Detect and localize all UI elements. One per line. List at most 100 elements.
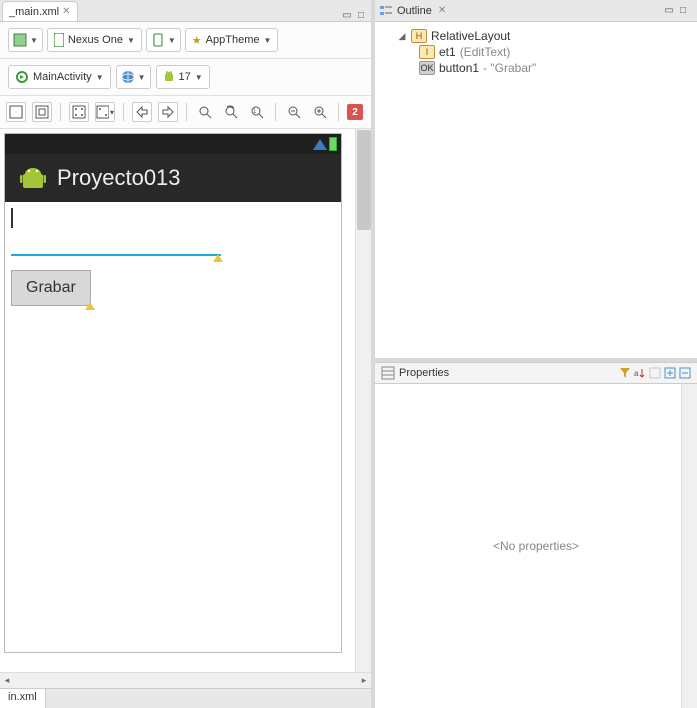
expand-button[interactable] bbox=[132, 102, 152, 122]
edittext-input[interactable] bbox=[11, 228, 221, 256]
svg-text:1: 1 bbox=[253, 109, 257, 115]
properties-header: Properties a bbox=[375, 362, 697, 384]
vertical-scrollbar[interactable] bbox=[681, 384, 697, 708]
chevron-down-icon: ▼ bbox=[138, 73, 146, 82]
device-selector[interactable]: Nexus One ▼ bbox=[47, 28, 142, 52]
android-button[interactable]: Grabar bbox=[11, 270, 91, 306]
warning-icon bbox=[213, 254, 223, 262]
vertical-scrollbar[interactable] bbox=[355, 129, 371, 672]
lint-errors-badge[interactable]: 2 bbox=[347, 104, 363, 120]
device-frame: Proyecto013 Grabar bbox=[4, 133, 342, 653]
separator bbox=[60, 103, 61, 121]
collapse-button[interactable] bbox=[158, 102, 178, 122]
minimize-icon[interactable]: ▭ bbox=[663, 5, 675, 17]
api-label: 17 bbox=[179, 71, 191, 83]
palette-button[interactable]: ▼ bbox=[8, 28, 43, 52]
tree-node-button1[interactable]: OK button1 - "Grabar" bbox=[379, 60, 693, 76]
separator bbox=[338, 103, 339, 121]
advanced-icon[interactable] bbox=[649, 367, 661, 379]
editor-panel: _main.xml ✕ ▭ □ ▼ Nexus One ▼ ▼ bbox=[0, 0, 375, 708]
zoom-100-button[interactable]: 1 bbox=[247, 102, 267, 122]
star-icon: ★ bbox=[192, 34, 202, 47]
close-icon[interactable]: ✕ bbox=[438, 5, 446, 16]
outline-tree[interactable]: ◢ H RelativeLayout I et1 (EditText) OK b… bbox=[375, 22, 697, 362]
layout-body[interactable]: Grabar bbox=[5, 202, 341, 652]
svg-text:a: a bbox=[634, 369, 639, 378]
node-id: et1 bbox=[439, 45, 456, 59]
separator bbox=[123, 103, 124, 121]
orientation-button[interactable]: ▼ bbox=[146, 28, 181, 52]
bottom-tab[interactable]: in.xml bbox=[0, 689, 46, 708]
node-label: RelativeLayout bbox=[431, 29, 510, 43]
zoom-fit-button[interactable] bbox=[195, 102, 215, 122]
app-action-bar: Proyecto013 bbox=[5, 154, 341, 202]
theme-selector[interactable]: ★ AppTheme ▼ bbox=[185, 28, 279, 52]
api-selector[interactable]: 17 ▼ bbox=[156, 65, 210, 89]
close-icon[interactable]: ✕ bbox=[62, 6, 70, 17]
separator bbox=[186, 103, 187, 121]
device-label: Nexus One bbox=[68, 34, 123, 46]
tree-node-root[interactable]: ◢ H RelativeLayout bbox=[379, 28, 693, 44]
battery-icon bbox=[329, 137, 337, 151]
chevron-down-icon: ▼ bbox=[96, 73, 104, 82]
no-properties-label: <No properties> bbox=[493, 539, 579, 553]
status-bar bbox=[5, 134, 341, 154]
layout-button[interactable] bbox=[69, 102, 89, 122]
chevron-down-icon: ▼ bbox=[30, 36, 38, 45]
app-title: Proyecto013 bbox=[57, 165, 181, 191]
zoom-reset-button[interactable] bbox=[221, 102, 241, 122]
chevron-down-icon: ▼ bbox=[195, 73, 203, 82]
zoom-in-button[interactable] bbox=[310, 102, 330, 122]
scroll-right-icon[interactable]: ▸ bbox=[357, 674, 371, 688]
maximize-icon[interactable]: □ bbox=[677, 5, 689, 17]
layout-icon: H bbox=[411, 29, 427, 43]
activity-label: MainActivity bbox=[33, 71, 92, 83]
button-button1[interactable]: Grabar bbox=[11, 270, 91, 306]
design-toolbar-3: ▾ 1 2 bbox=[0, 96, 371, 129]
chevron-down-icon: ▾ bbox=[110, 108, 114, 117]
editor-tab-bar: _main.xml ✕ ▭ □ bbox=[0, 0, 371, 22]
node-text: - "Grabar" bbox=[483, 61, 536, 75]
filter-icon[interactable] bbox=[619, 367, 631, 379]
text-cursor bbox=[11, 208, 13, 228]
properties-body: <No properties> bbox=[375, 384, 697, 708]
locale-button[interactable]: ▼ bbox=[116, 65, 151, 89]
layout-menu-button[interactable]: ▾ bbox=[95, 102, 115, 122]
scroll-left-icon[interactable]: ◂ bbox=[0, 674, 14, 688]
separator bbox=[275, 103, 276, 121]
activity-selector[interactable]: MainActivity ▼ bbox=[8, 65, 111, 89]
node-id: button1 bbox=[439, 61, 479, 75]
edittext-icon: I bbox=[419, 45, 435, 59]
maximize-icon[interactable]: □ bbox=[355, 9, 367, 21]
signal-icon bbox=[313, 139, 327, 150]
chevron-down-icon: ▼ bbox=[263, 36, 271, 45]
app-launcher-icon bbox=[19, 164, 47, 192]
clip-button[interactable] bbox=[32, 102, 52, 122]
theme-label: AppTheme bbox=[206, 34, 260, 46]
chevron-down-icon: ▼ bbox=[127, 36, 135, 45]
expand-icon[interactable] bbox=[664, 367, 676, 379]
chevron-down-icon: ▼ bbox=[168, 36, 176, 45]
design-toolbar-2: MainActivity ▼ ▼ 17 ▼ bbox=[0, 59, 371, 96]
outline-icon bbox=[379, 4, 393, 18]
scrollbar-thumb[interactable] bbox=[357, 130, 371, 230]
horizontal-scrollbar[interactable]: ◂ ▸ bbox=[0, 672, 371, 688]
outline-title: Outline bbox=[397, 5, 432, 17]
edittext-et1[interactable] bbox=[11, 208, 221, 256]
editor-tab[interactable]: _main.xml ✕ bbox=[2, 1, 78, 21]
properties-title: Properties bbox=[399, 367, 449, 379]
button-icon: OK bbox=[419, 61, 435, 75]
tree-node-et1[interactable]: I et1 (EditText) bbox=[379, 44, 693, 60]
node-class: (EditText) bbox=[460, 45, 511, 59]
minimize-icon[interactable]: ▭ bbox=[341, 9, 353, 21]
expander-icon[interactable]: ◢ bbox=[397, 31, 407, 42]
android-icon bbox=[163, 70, 175, 84]
layout-preview[interactable]: Proyecto013 Grabar bbox=[0, 129, 371, 672]
zoom-out-button[interactable] bbox=[284, 102, 304, 122]
sort-icon[interactable]: a bbox=[634, 367, 646, 379]
viewport-button[interactable] bbox=[6, 102, 26, 122]
editor-bottom-tabs: in.xml bbox=[0, 688, 371, 708]
properties-icon bbox=[381, 366, 395, 380]
collapse-icon[interactable] bbox=[679, 367, 691, 379]
warning-icon bbox=[85, 302, 95, 310]
